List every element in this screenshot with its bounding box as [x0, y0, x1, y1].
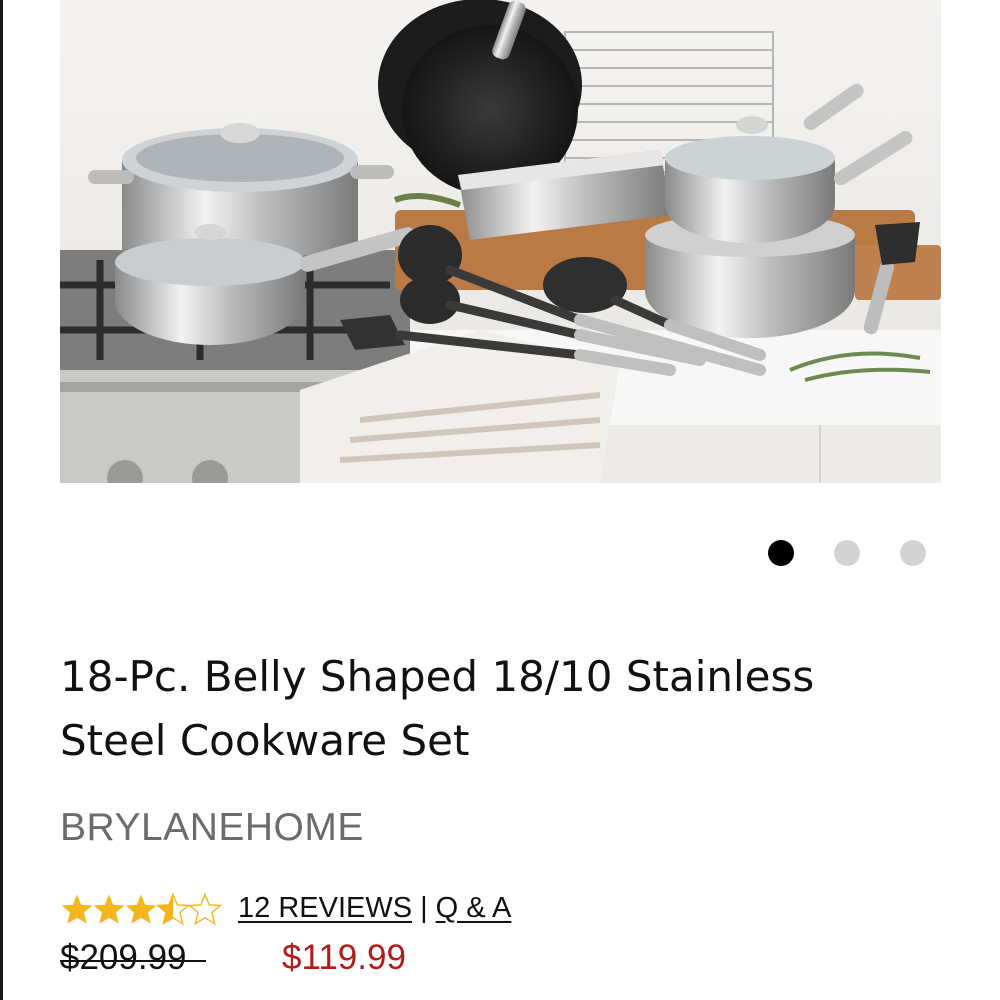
carousel-dot-1[interactable] [768, 540, 794, 566]
original-price: $209.99 [60, 938, 187, 977]
star-icon-1 [61, 893, 93, 924]
product-image[interactable] [60, 0, 941, 483]
qa-link[interactable]: Q & A [436, 892, 512, 925]
rating-row: 12 REVIEWS | Q & A [60, 892, 511, 925]
star-icon-3 [125, 893, 157, 924]
star-rating [60, 892, 222, 925]
carousel-dots [768, 540, 926, 566]
carousel-dot-3[interactable] [900, 540, 926, 566]
link-separator: | [420, 892, 428, 924]
brand-name[interactable]: BRYLANEHOME [60, 806, 364, 850]
product-title: 18-Pc. Belly Shaped 18/10 Stainless Stee… [60, 652, 815, 765]
carousel-dot-2[interactable] [834, 540, 860, 566]
sale-price: $119.99 [282, 938, 406, 977]
star-half-icon [156, 892, 190, 925]
star-empty-icon [188, 892, 222, 925]
reviews-link[interactable]: 12 REVIEWS [238, 892, 412, 925]
left-edge-border [0, 0, 3, 1000]
strikethrough-line [60, 960, 206, 962]
star-icon-2 [93, 893, 125, 924]
